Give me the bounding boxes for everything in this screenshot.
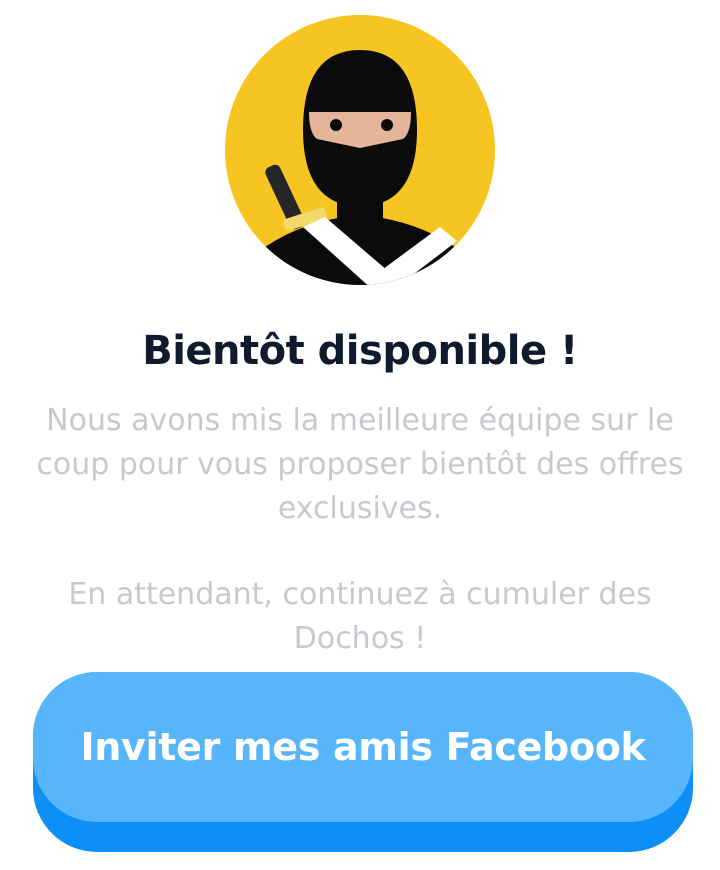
page-title: Bientôt disponible ! [142,328,578,374]
ninja-icon [225,15,495,285]
invite-facebook-friends-button[interactable]: Inviter mes amis Facebook [33,672,693,852]
info-message: Nous avons mis la meilleure équipe sur l… [20,399,700,661]
invite-button-face[interactable]: Inviter mes amis Facebook [33,672,693,822]
info-paragraph-offers: Nous avons mis la meilleure équipe sur l… [36,403,684,526]
info-paragraph-dochos: En attendant, continuez à cumuler des Do… [68,577,652,656]
coming-soon-screen: Bientôt disponible ! Nous avons mis la m… [0,0,720,870]
invite-button-label: Inviter mes amis Facebook [80,725,646,769]
